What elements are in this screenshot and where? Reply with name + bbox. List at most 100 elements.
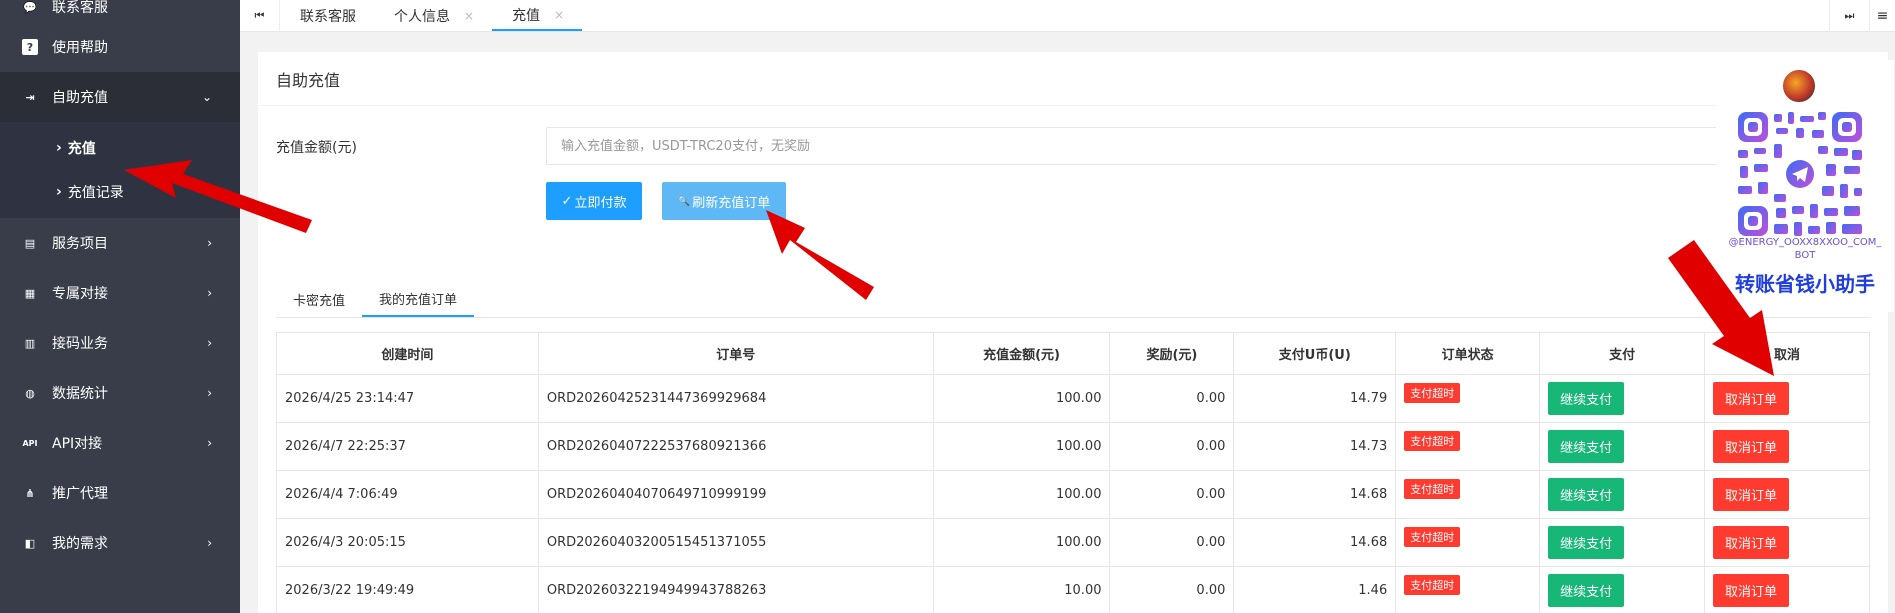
pay-cell: 继续支付 [1539, 422, 1706, 471]
chevron-down-icon: ⌄ [201, 90, 212, 104]
column-header: 订单号 [537, 332, 934, 375]
tab-profile[interactable]: 个人信息 × [374, 0, 492, 31]
sidebar-item-services[interactable]: ▤ 服务项目 › [0, 218, 240, 268]
continue-pay-button[interactable]: 继续支付 [1548, 574, 1625, 607]
pay-cell: 继续支付 [1539, 374, 1706, 423]
subtab-my-orders[interactable]: 我的充值订单 [362, 282, 475, 317]
sidebar-item-help[interactable]: ? 使用帮助 [0, 22, 240, 72]
bot-handle: @ENERGY_OOXX8XXOO_COM_BOT [1728, 237, 1882, 261]
cancel-order-button[interactable]: 取消订单 [1713, 574, 1790, 607]
status-cell: 支付超时 [1395, 470, 1541, 519]
sidebar-item-dedicated[interactable]: ▦ 专属对接 › [0, 268, 240, 318]
cancel-cell: 取消订单 [1704, 470, 1870, 519]
reward-cell: 0.00 [1109, 518, 1235, 567]
sidebar-subitem-recharge[interactable]: › 充值 [0, 126, 240, 170]
api-icon: API [22, 438, 38, 448]
usdt-cell: 14.73 [1233, 422, 1397, 471]
amount-input[interactable] [546, 127, 1806, 165]
continue-pay-button[interactable]: 继续支付 [1548, 478, 1625, 511]
chevron-right-icon: › [56, 184, 62, 200]
pay-now-label: 立即付款 [574, 195, 627, 211]
column-header: 支付U币(U) [1233, 332, 1397, 375]
cancel-cell: 取消订单 [1704, 566, 1870, 613]
cancel-cell: 取消订单 [1704, 374, 1870, 423]
amount-cell: 100.00 [932, 470, 1111, 519]
status-cell: 支付超时 [1395, 374, 1541, 423]
refresh-orders-button[interactable]: 🔍 刷新充值订单 [662, 182, 786, 220]
search-icon: 🔍 [677, 195, 691, 207]
continue-pay-button[interactable]: 继续支付 [1548, 526, 1625, 559]
order-subtabs: 卡密充值 我的充值订单 [276, 282, 1870, 318]
column-header: 奖励(元) [1109, 332, 1235, 375]
tab-label: 充值 [512, 7, 541, 24]
cancel-order-button[interactable]: 取消订单 [1713, 430, 1790, 463]
sidebar-item-api[interactable]: API API对接 › [0, 418, 240, 468]
agent-icon: ⋔ [25, 486, 35, 500]
column-header: 取消 [1704, 332, 1870, 375]
sidebar-subitem-label: 充值 [67, 141, 96, 157]
menu-icon[interactable]: ≡ [1869, 0, 1895, 32]
status-badge: 支付超时 [1404, 430, 1461, 451]
continue-pay-button[interactable]: 继续支付 [1548, 382, 1625, 415]
sidebar-item-referral[interactable]: ⋔ 推广代理 [0, 468, 240, 518]
column-header: 支付 [1539, 332, 1706, 375]
cancel-order-button[interactable]: 取消订单 [1713, 478, 1790, 511]
table-row: 2026/4/7 22:25:37 ORD2026040722253768092… [276, 422, 1870, 471]
column-header: 创建时间 [276, 332, 539, 375]
order-number: ORD20260404070649710999199 [537, 470, 934, 519]
amount-cell: 100.00 [932, 422, 1111, 471]
order-number: ORD20260407222537680921366 [537, 422, 934, 471]
promo-title: 转账省钱小助手 [1735, 272, 1875, 296]
sidebar-item-contact-support[interactable]: 💬 联系客服 [0, 0, 240, 22]
chevron-right-icon: › [207, 386, 212, 400]
chevron-right-icon: › [207, 536, 212, 550]
cancel-cell: 取消订单 [1704, 518, 1870, 567]
status-cell: 支付超时 [1395, 518, 1541, 567]
pay-cell: 继续支付 [1539, 518, 1706, 567]
chevron-right-icon: › [207, 236, 212, 250]
sidebar-item-self-recharge[interactable]: ⇥ 自助充值 ⌄ [0, 72, 240, 122]
table-header-row: 创建时间 订单号 充值金额(元) 奖励(元) 支付U币(U) 订单状态 支付 取… [276, 332, 1870, 375]
dock-icon: ▦ [24, 286, 36, 300]
close-icon[interactable]: × [464, 9, 474, 23]
tab-contact-support[interactable]: 联系客服 [280, 0, 374, 31]
reward-cell: 0.00 [1109, 422, 1235, 471]
status-badge: 支付超时 [1404, 574, 1461, 595]
pay-cell: 继续支付 [1539, 566, 1706, 613]
continue-pay-button[interactable]: 继续支付 [1548, 430, 1625, 463]
pay-now-button[interactable]: ✓ 立即付款 [546, 182, 642, 220]
chevron-right-icon: › [207, 336, 212, 350]
reward-cell: 0.00 [1109, 566, 1235, 613]
sidebar-subitem-recharge-records[interactable]: › 充值记录 [0, 170, 240, 214]
tab-recharge[interactable]: 充值 × [492, 0, 583, 31]
sidebar-item-label: 数据统计 [52, 386, 108, 402]
services-icon: ▤ [24, 236, 36, 250]
scroll-last-icon[interactable]: ⏭ [1829, 0, 1869, 32]
tab-label: 联系客服 [300, 8, 356, 25]
status-cell: 支付超时 [1395, 422, 1541, 471]
recharge-card: 自助充值 充值金额(元) ✓ 立即付款 🔍 刷新充值订单 卡密充值 我的充值订单… [258, 52, 1888, 613]
created-time: 2026/4/7 22:25:37 [276, 422, 539, 471]
subtab-card-recharge[interactable]: 卡密充值 [276, 282, 362, 317]
sidebar-item-label: API对接 [52, 436, 103, 452]
sidebar-item-sms-codes[interactable]: ▥ 接码业务 › [0, 318, 240, 368]
usdt-cell: 14.79 [1233, 374, 1397, 423]
chevron-right-icon: › [207, 436, 212, 450]
tab-label: 个人信息 [394, 8, 450, 25]
sidebar-item-statistics[interactable]: ◍ 数据统计 › [0, 368, 240, 418]
scroll-first-icon[interactable]: ⏮ [240, 0, 280, 31]
close-icon[interactable]: × [554, 8, 564, 22]
qr-promo-panel: @ENERGY_OOXX8XXOO_COM_BOT 转账省钱小助手 [1716, 60, 1894, 312]
chat-icon: 💬 [23, 0, 37, 14]
created-time: 2026/4/25 23:14:47 [276, 374, 539, 423]
cancel-order-button[interactable]: 取消订单 [1713, 526, 1790, 559]
order-number: ORD20260403200515451371055 [537, 518, 934, 567]
recharge-icon: ⇥ [25, 90, 35, 104]
order-number: ORD20260322194949943788263 [537, 566, 934, 613]
amount-cell: 100.00 [932, 374, 1111, 423]
sidebar-item-label: 我的需求 [52, 536, 108, 552]
sidebar-item-my-needs[interactable]: ◧ 我的需求 › [0, 518, 240, 568]
avatar [1781, 68, 1817, 104]
sidebar-item-label: 联系客服 [52, 0, 108, 16]
cancel-order-button[interactable]: 取消订单 [1713, 382, 1790, 415]
